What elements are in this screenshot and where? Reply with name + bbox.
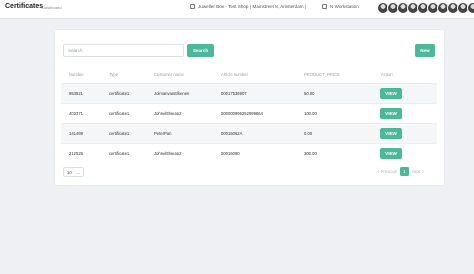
cell-article: 00017536907: [221, 91, 247, 96]
page-title: Certificates: [5, 3, 44, 10]
workstation-label: N Workstation: [330, 4, 359, 9]
user-avatars[interactable]: [377, 2, 474, 14]
cell-type: certificate1: [109, 91, 130, 96]
cell-type: certificate1: [109, 151, 130, 156]
cell-number: 212526: [69, 151, 83, 156]
cell-customer: PeterPan: [154, 131, 172, 136]
cell-customer: JohnelElsean2: [154, 111, 182, 116]
cell-number: 141499: [69, 131, 83, 136]
column-header-customer[interactable]: Customer name: [154, 72, 184, 77]
table-row: 141499 certificate1 PeterPan 00015062A 0…: [61, 123, 437, 143]
cell-price: 50.00: [304, 91, 315, 96]
column-header-type[interactable]: Type: [109, 72, 118, 77]
cell-type: certificate1: [109, 111, 130, 116]
view-button[interactable]: VIEW: [380, 108, 402, 119]
cell-number: 403371: [69, 111, 83, 116]
view-button[interactable]: VIEW: [380, 88, 402, 99]
column-header-article[interactable]: Article number: [221, 72, 248, 77]
monitor-icon: [322, 4, 327, 9]
pagination: < Previous 1 Next >: [377, 167, 424, 176]
current-page-button[interactable]: 1: [399, 167, 409, 176]
cell-price: 300.00: [304, 151, 317, 156]
top-bar: Certificates Dashboard Juweller Box - Te…: [0, 0, 474, 19]
view-button[interactable]: VIEW: [380, 148, 402, 159]
table-row: 953521 certificate1 JolmanvanElkenen 000…: [61, 83, 437, 103]
store-icon: [190, 4, 195, 9]
cell-number: 953521: [69, 91, 83, 96]
cell-customer: JolmanvanElkenen: [154, 91, 190, 96]
cell-type: certificate1: [109, 131, 130, 136]
chevron-down-icon: ⌄: [76, 170, 80, 175]
search-input[interactable]: [63, 44, 184, 57]
avatar[interactable]: [467, 2, 474, 14]
cell-price: 100.00: [304, 111, 317, 116]
column-header-price[interactable]: PRODUCT_PRICE: [304, 72, 340, 77]
column-header-action: Action: [381, 72, 393, 77]
table-row: 212526 certificate1 JohnelElsean2 000150…: [61, 143, 437, 163]
view-button[interactable]: VIEW: [380, 128, 402, 139]
cell-article: 00015062A: [221, 131, 243, 136]
page-size-select[interactable]: 10 ⌄: [63, 167, 84, 177]
cell-article: 000000995252999864: [221, 111, 263, 116]
breadcrumb-dashboard[interactable]: Dashboard: [42, 5, 62, 10]
workstation-selector[interactable]: N Workstation: [322, 4, 359, 9]
cell-customer: JohnelElsean2: [154, 151, 182, 156]
shop-selector[interactable]: Juweller Box - Test Shop ( Mainstreet 8,…: [190, 4, 306, 9]
certificates-card: Search New Number Type Customer name Art…: [55, 30, 444, 185]
cell-article: 00015080: [221, 151, 240, 156]
table-row: 403371 certificate1 JohnelElsean2 000000…: [61, 103, 437, 123]
column-header-number[interactable]: Number: [69, 72, 84, 77]
previous-page-link[interactable]: < Previous: [377, 169, 397, 174]
cell-price: 0.00: [304, 131, 313, 136]
page-size-value: 10: [67, 169, 72, 175]
next-page-link[interactable]: Next >: [412, 169, 424, 174]
search-button[interactable]: Search: [187, 44, 214, 57]
shop-label: Juweller Box - Test Shop ( Mainstreet 8,…: [198, 4, 307, 9]
new-button[interactable]: New: [415, 44, 435, 57]
